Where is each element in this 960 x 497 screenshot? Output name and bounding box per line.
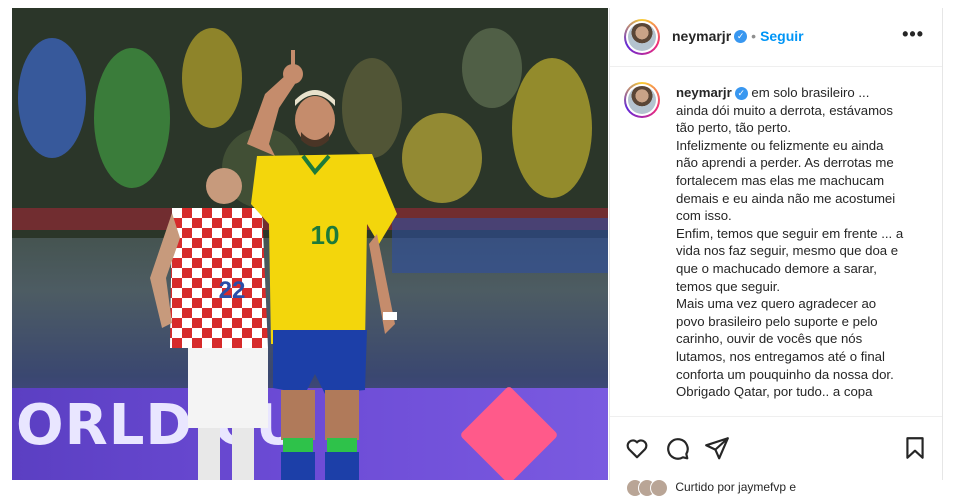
caption-line: ainda dói muito a derrota, estávamos bbox=[676, 102, 893, 118]
avatar[interactable] bbox=[624, 19, 660, 55]
heart-icon[interactable] bbox=[624, 435, 650, 461]
caption-line: tão perto, tão perto. bbox=[676, 120, 792, 136]
separator-dot: • bbox=[751, 28, 757, 44]
caption-line: Mais uma vez quero agradecer ao bbox=[676, 296, 877, 312]
follow-button[interactable]: Seguir bbox=[760, 28, 804, 44]
verified-badge-icon: ✓ bbox=[734, 30, 748, 44]
comment-icon[interactable] bbox=[664, 435, 690, 461]
caption-line: com isso. bbox=[676, 208, 732, 224]
brazil-player: 10 bbox=[247, 50, 397, 480]
caption-line: Infelizmente ou felizmente eu ainda bbox=[676, 137, 884, 153]
caption-text: neymarjr ✓ em solo brasileiro ... ainda d… bbox=[676, 84, 920, 401]
caption-line: carinho, ouvir de vocês que nós bbox=[676, 331, 863, 347]
more-options-icon[interactable]: ••• bbox=[902, 24, 924, 45]
advertising-banner-blue bbox=[392, 218, 608, 273]
caption-line: Obrigado Qatar, por tudo.. a copa bbox=[676, 384, 873, 400]
caption-line: demais e eu ainda não me acostumei bbox=[676, 190, 896, 206]
post-sidebar: neymarjr ✓ • Seguir ••• neymarjr ✓ em solo b… bbox=[609, 8, 943, 497]
avatar-image bbox=[628, 23, 656, 51]
post-header: neymarjr ✓ • Seguir ••• bbox=[610, 8, 942, 67]
caption-line: lutamos, nos entregamos até o final bbox=[676, 348, 885, 364]
post-actions-bar: Curtido por jaymefvp e bbox=[610, 416, 942, 497]
caption-line: fortalecem mas elas me machucam bbox=[676, 172, 885, 188]
caption-area: neymarjr ✓ em solo brasileiro ... ainda d… bbox=[610, 78, 942, 416]
caption-avatar-image bbox=[628, 86, 656, 114]
post-photo[interactable]: ORLD CU 22 10 bbox=[12, 8, 608, 480]
share-icon[interactable] bbox=[704, 435, 730, 461]
header-username[interactable]: neymarjr bbox=[672, 28, 731, 44]
brazil-jersey-number: 10 bbox=[311, 220, 340, 250]
caption-line: temos que seguir. bbox=[676, 278, 781, 294]
header-user-row: neymarjr ✓ • Seguir bbox=[672, 28, 804, 46]
caption-line: não aprendi a perder. As derrotas me bbox=[676, 155, 894, 171]
liked-by-row: Curtido por jaymefvp e bbox=[626, 479, 796, 497]
caption-line: Enfim, temos que seguir em frente ... a bbox=[676, 225, 904, 241]
caption-avatar[interactable] bbox=[624, 82, 660, 118]
liked-by-text[interactable]: Curtido por jaymefvp e bbox=[675, 480, 796, 494]
liked-avatar bbox=[650, 479, 668, 497]
caption-line: vida nos faz seguir, mesmo que doa e bbox=[676, 243, 899, 259]
caption-line: em solo brasileiro ... bbox=[751, 85, 870, 100]
caption-line: conforta um pouquinho da nossa dor. bbox=[676, 366, 894, 382]
caption-username[interactable]: neymarjr bbox=[676, 85, 732, 100]
caption-line: povo brasileiro pelo suporte e pelo bbox=[676, 313, 878, 329]
caption-verified-badge-icon: ✓ bbox=[734, 87, 748, 101]
caption-line: que o machucado demore a sarar, bbox=[676, 260, 877, 276]
bookmark-icon[interactable] bbox=[902, 435, 928, 461]
instagram-post-embed: ORLD CU 22 10 neymarjr ✓ • Seguir ••• ne… bbox=[0, 0, 960, 497]
